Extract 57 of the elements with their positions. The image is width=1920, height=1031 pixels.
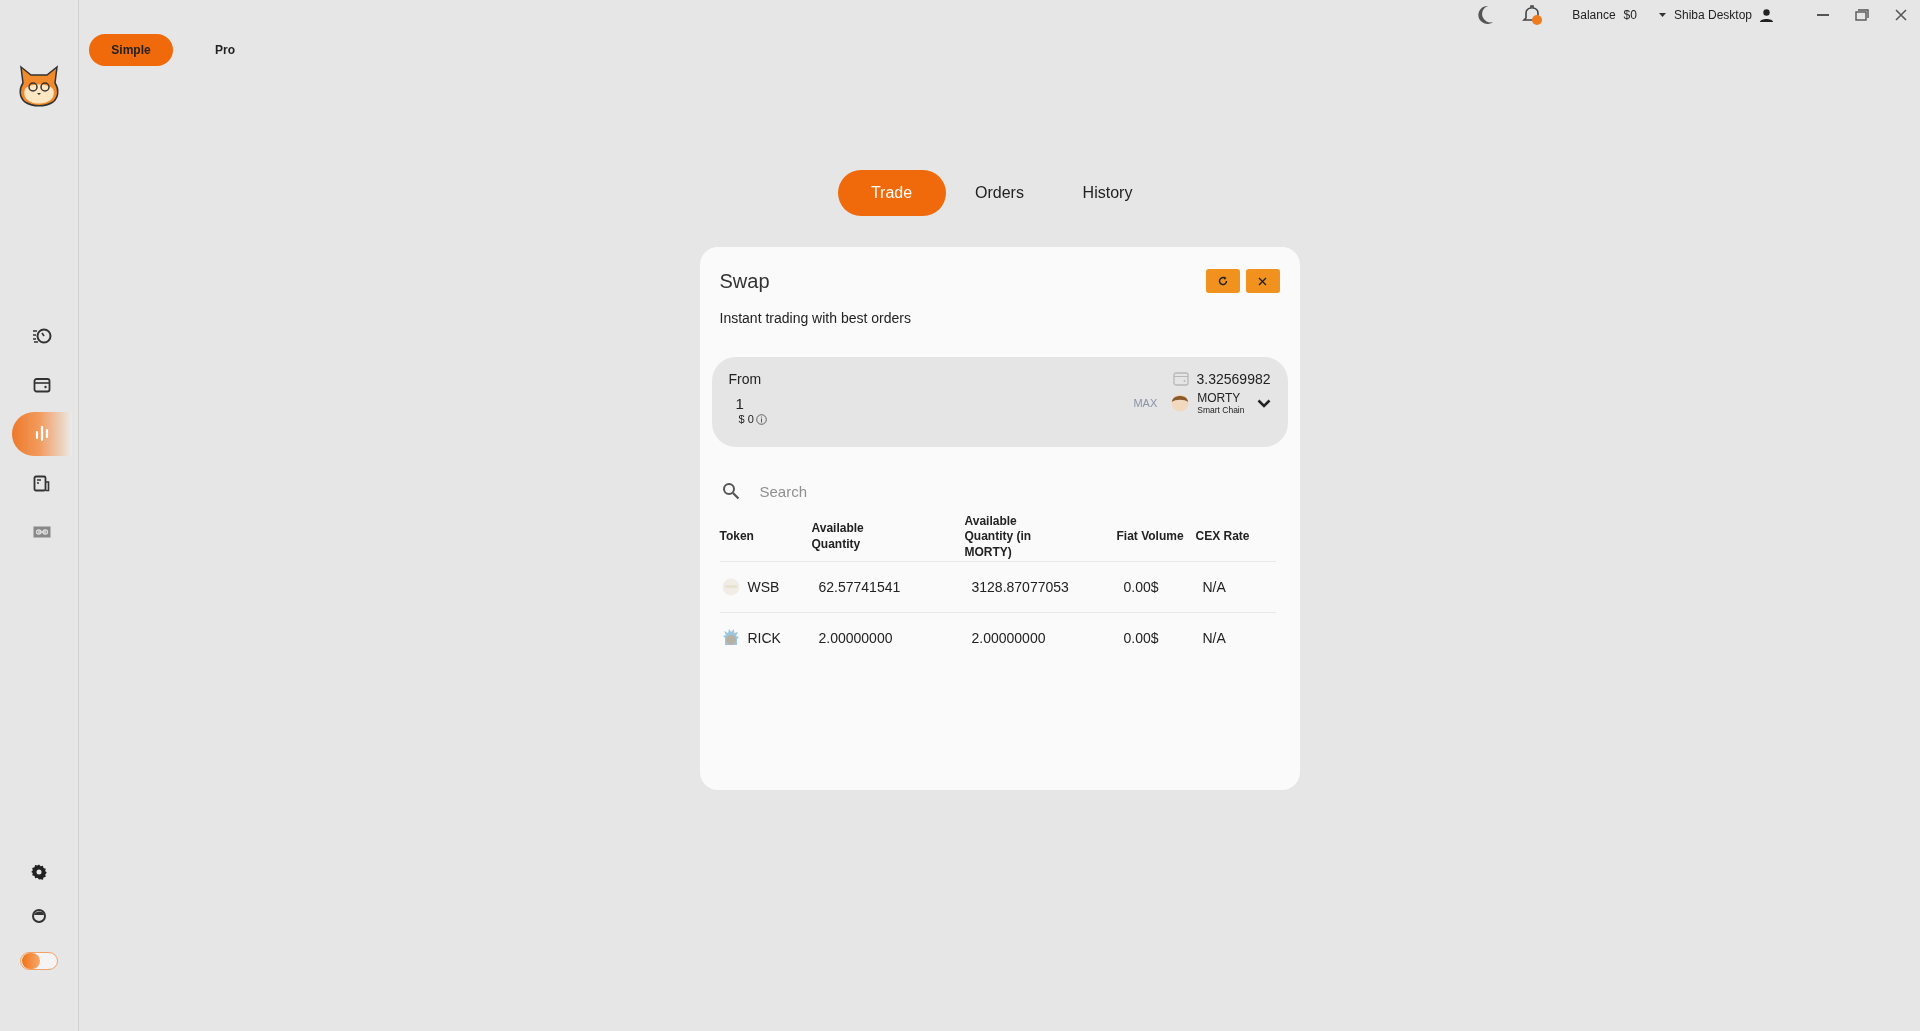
table-cell-text: 0.00$ [1122, 579, 1160, 595]
column-header: Available Quantity [811, 521, 865, 553]
card-subtitle: Instant trading with best orders [719, 310, 911, 326]
account-name[interactable]: Shiba Desktop [1673, 8, 1752, 22]
balance-label: Balance [1572, 8, 1616, 22]
column-header: Available Quantity (in MORTY) [964, 513, 1033, 561]
table-cell-text: 2.00000000 [817, 630, 894, 646]
restore-icon[interactable] [1855, 9, 1869, 21]
mode-tab[interactable]: Simple [89, 34, 173, 66]
close-button[interactable] [1245, 269, 1280, 293]
column-header: CEX Rate [1195, 529, 1251, 545]
close-icon[interactable] [1895, 9, 1907, 21]
settings-icon[interactable] [31, 864, 47, 880]
token-icon [721, 578, 740, 596]
clock-coins-icon[interactable] [32, 327, 52, 345]
table-cell-text: N/A [1201, 630, 1227, 646]
coin-icon [1171, 394, 1190, 412]
mode-tab[interactable]: Pro [183, 34, 267, 66]
close-icon [1258, 276, 1267, 286]
link-card-icon[interactable] [33, 526, 51, 538]
balance-value: $0 [1623, 8, 1637, 22]
person-icon[interactable] [1760, 8, 1773, 22]
shiba-logo [17, 63, 61, 107]
search-field[interactable]: Search [757, 481, 1062, 501]
table-cell-text: 62.57741541 [817, 579, 902, 595]
support-icon[interactable] [32, 908, 46, 924]
from-label: From [728, 371, 763, 387]
chevron-down-icon[interactable] [1256, 398, 1271, 408]
column-header: Fiat Volume [1116, 529, 1185, 545]
wallet-icon [1172, 372, 1189, 386]
token-icon [721, 629, 740, 647]
card-title: Swap [719, 269, 771, 293]
token-name: RICK [747, 630, 781, 646]
wallet-icon[interactable] [33, 377, 51, 393]
table-cell-text: 0.00$ [1122, 630, 1160, 646]
table-cell-text: N/A [1201, 579, 1227, 595]
bell-icon[interactable] [1522, 4, 1545, 26]
minimize-icon[interactable] [1817, 13, 1829, 17]
tab[interactable]: Orders [945, 170, 1054, 216]
moon-icon[interactable] [1476, 5, 1495, 25]
amount-value[interactable]: 1 [735, 394, 1134, 412]
coin-name[interactable]: MORTY [1197, 391, 1245, 405]
theme-toggle[interactable] [20, 952, 58, 970]
search-icon[interactable] [721, 482, 740, 500]
info-icon[interactable] [755, 413, 767, 425]
table-cell-text: 2.00000000 [970, 630, 1047, 646]
table-cell-text: 3128.87077053 [970, 579, 1070, 595]
caret-icon[interactable] [1658, 13, 1666, 17]
refresh-icon [1217, 276, 1228, 286]
document-icon[interactable] [33, 474, 51, 492]
wallet-balance: 3.32569982 [1196, 371, 1271, 387]
refresh-button[interactable] [1205, 269, 1240, 293]
column-header: Token [719, 529, 755, 545]
tab[interactable]: History [1053, 170, 1162, 216]
fiat-value: $ 0 [738, 413, 754, 425]
token-name: WSB [747, 579, 780, 595]
coin-chain: Smart Chain [1197, 405, 1245, 415]
